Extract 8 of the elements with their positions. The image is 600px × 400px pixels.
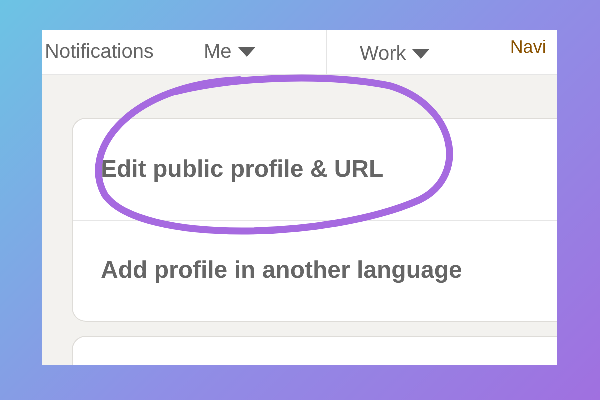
nav-dropdown[interactable]: Work <box>360 39 430 69</box>
settings-row[interactable]: Edit public profile & URL <box>73 119 557 220</box>
nav-link[interactable]: Notifications <box>45 37 154 67</box>
nav-dropdown[interactable]: Me <box>204 37 256 67</box>
settings-row[interactable]: Add profile in another language <box>73 220 557 321</box>
caret-icon <box>412 49 430 59</box>
caret-icon <box>238 47 256 57</box>
nav-link[interactable]: Navi <box>510 34 546 61</box>
